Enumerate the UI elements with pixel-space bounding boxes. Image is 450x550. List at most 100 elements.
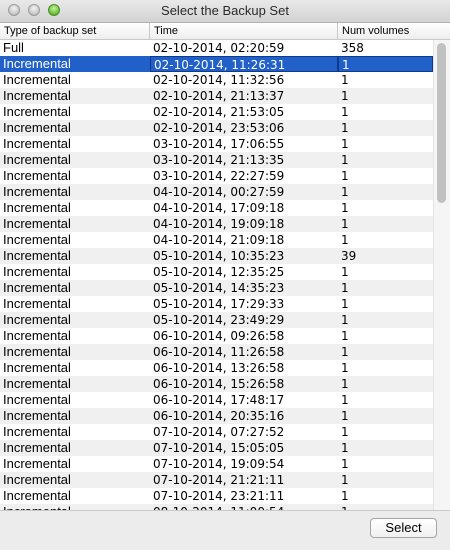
table-row[interactable]: Incremental 07-10-2014, 15:05:05 1 bbox=[0, 440, 433, 456]
cell-type: Incremental bbox=[3, 488, 71, 503]
cell-type: Incremental bbox=[3, 200, 71, 215]
table-row[interactable]: Incremental 04-10-2014, 21:09:18 1 bbox=[0, 232, 433, 248]
cell-type: Incremental bbox=[3, 472, 71, 487]
cell-type: Incremental bbox=[3, 424, 71, 439]
cell-num-volumes: 1 bbox=[341, 457, 349, 471]
cell-time: 06-10-2014, 09:26:58 bbox=[153, 329, 285, 343]
backup-set-table[interactable]: Type of backup set Time Num volumes Full… bbox=[0, 23, 450, 510]
table-row[interactable]: Incremental 07-10-2014, 19:09:54 1 bbox=[0, 456, 433, 472]
backup-set-dialog: Select the Backup Set Type of backup set… bbox=[0, 0, 450, 550]
cell-type: Incremental bbox=[3, 232, 71, 247]
cell-time: 03-10-2014, 22:27:59 bbox=[153, 169, 285, 183]
table-row[interactable]: Incremental 02-10-2014, 11:26:31 1 bbox=[0, 56, 433, 72]
table-row[interactable]: Incremental 02-10-2014, 11:32:56 1 bbox=[0, 72, 433, 88]
cell-time: 02-10-2014, 21:13:37 bbox=[153, 89, 285, 103]
table-row[interactable]: Incremental 05-10-2014, 10:35:23 39 bbox=[0, 248, 433, 264]
table-row[interactable]: Incremental 06-10-2014, 20:35:16 1 bbox=[0, 408, 433, 424]
cell-time: 04-10-2014, 00:27:59 bbox=[153, 185, 285, 199]
table-row[interactable]: Incremental 03-10-2014, 17:06:55 1 bbox=[0, 136, 433, 152]
table-row[interactable]: Incremental 02-10-2014, 21:53:05 1 bbox=[0, 104, 433, 120]
cell-type: Incremental bbox=[3, 328, 71, 343]
table-row[interactable]: Incremental 05-10-2014, 23:49:29 1 bbox=[0, 312, 433, 328]
cell-type: Incremental bbox=[3, 216, 71, 231]
cell-num-volumes: 1 bbox=[341, 425, 349, 439]
cell-time: 07-10-2014, 15:05:05 bbox=[153, 441, 285, 455]
table-row[interactable]: Incremental 07-10-2014, 07:27:52 1 bbox=[0, 424, 433, 440]
cell-time: 04-10-2014, 21:09:18 bbox=[153, 233, 285, 247]
cell-num-volumes: 1 bbox=[341, 441, 349, 455]
cell-time: 03-10-2014, 21:13:35 bbox=[153, 153, 285, 167]
cell-num-volumes: 358 bbox=[341, 41, 364, 55]
cell-type: Incremental bbox=[3, 296, 71, 311]
select-button[interactable]: Select bbox=[370, 518, 437, 538]
table-row[interactable]: Incremental 06-10-2014, 09:26:58 1 bbox=[0, 328, 433, 344]
table-row[interactable]: Incremental 04-10-2014, 17:09:18 1 bbox=[0, 200, 433, 216]
cell-type: Incremental bbox=[3, 184, 71, 199]
cell-num-volumes: 1 bbox=[341, 153, 349, 167]
cell-type: Incremental bbox=[3, 56, 71, 71]
cell-type: Incremental bbox=[3, 440, 71, 455]
cell-num-volumes: 1 bbox=[341, 169, 349, 183]
cell-type: Incremental bbox=[3, 72, 71, 87]
cell-time: 05-10-2014, 17:29:33 bbox=[153, 297, 285, 311]
table-row[interactable]: Incremental 03-10-2014, 22:27:59 1 bbox=[0, 168, 433, 184]
cell-num-volumes: 1 bbox=[341, 409, 349, 423]
table-row[interactable]: Incremental 04-10-2014, 19:09:18 1 bbox=[0, 216, 433, 232]
table-row[interactable]: Incremental 04-10-2014, 00:27:59 1 bbox=[0, 184, 433, 200]
cell-type: Incremental bbox=[3, 456, 71, 471]
cell-type: Incremental bbox=[3, 392, 71, 407]
table-body: Full 02-10-2014, 02:20:59 358 Incremental 02… bbox=[0, 40, 433, 510]
table-header: Type of backup set Time Num volumes bbox=[0, 23, 450, 40]
column-header-num-volumes[interactable]: Num volumes bbox=[338, 23, 450, 39]
cell-time: 07-10-2014, 23:21:11 bbox=[153, 489, 285, 503]
table-row[interactable]: Incremental 07-10-2014, 21:21:11 1 bbox=[0, 472, 433, 488]
cell-time: 02-10-2014, 02:20:59 bbox=[153, 41, 285, 55]
cell-num-volumes: 39 bbox=[341, 249, 357, 263]
cell-num-volumes: 1 bbox=[341, 73, 349, 87]
cell-num-volumes: 1 bbox=[341, 201, 349, 215]
cell-type: Incremental bbox=[3, 264, 71, 279]
table-row[interactable]: Incremental 02-10-2014, 21:13:37 1 bbox=[0, 88, 433, 104]
cell-type: Incremental bbox=[3, 168, 71, 183]
vertical-scrollbar[interactable] bbox=[433, 40, 450, 510]
cell-num-volumes: 1 bbox=[341, 89, 349, 103]
table-row[interactable]: Incremental 06-10-2014, 11:26:58 1 bbox=[0, 344, 433, 360]
column-header-type[interactable]: Type of backup set bbox=[0, 23, 150, 39]
table-row[interactable]: Incremental 05-10-2014, 14:35:23 1 bbox=[0, 280, 433, 296]
cell-num-volumes: 1 bbox=[341, 329, 349, 343]
scrollbar-thumb[interactable] bbox=[437, 43, 446, 203]
cell-num-volumes: 1 bbox=[341, 185, 349, 199]
cell-time: 02-10-2014, 23:53:06 bbox=[153, 121, 285, 135]
table-row[interactable]: Incremental 06-10-2014, 17:48:17 1 bbox=[0, 392, 433, 408]
cell-time: 07-10-2014, 21:21:11 bbox=[153, 473, 285, 487]
cell-num-volumes: 1 bbox=[341, 393, 349, 407]
table-row[interactable]: Incremental 05-10-2014, 12:35:25 1 bbox=[0, 264, 433, 280]
cell-time: 04-10-2014, 17:09:18 bbox=[153, 201, 285, 215]
cell-type: Incremental bbox=[3, 136, 71, 151]
cell-type: Incremental bbox=[3, 344, 71, 359]
cell-time: 02-10-2014, 11:26:31 bbox=[150, 56, 338, 72]
column-header-time[interactable]: Time bbox=[150, 23, 338, 39]
table-row[interactable]: Incremental 03-10-2014, 21:13:35 1 bbox=[0, 152, 433, 168]
cell-time: 06-10-2014, 15:26:58 bbox=[153, 377, 285, 391]
cell-type: Incremental bbox=[3, 360, 71, 375]
table-row[interactable]: Incremental 07-10-2014, 23:21:11 1 bbox=[0, 488, 433, 504]
cell-num-volumes: 1 bbox=[341, 297, 349, 311]
table-row[interactable]: Incremental 02-10-2014, 23:53:06 1 bbox=[0, 120, 433, 136]
table-row[interactable]: Incremental 05-10-2014, 17:29:33 1 bbox=[0, 296, 433, 312]
cell-time: 07-10-2014, 19:09:54 bbox=[153, 457, 285, 471]
table-row[interactable]: Incremental 06-10-2014, 15:26:58 1 bbox=[0, 376, 433, 392]
cell-time: 06-10-2014, 20:35:16 bbox=[153, 409, 285, 423]
cell-num-volumes: 1 bbox=[341, 361, 349, 375]
cell-type: Incremental bbox=[3, 248, 71, 263]
cell-time: 06-10-2014, 17:48:17 bbox=[153, 393, 285, 407]
cell-num-volumes: 1 bbox=[341, 265, 349, 279]
title-bar: Select the Backup Set bbox=[0, 0, 450, 23]
cell-num-volumes: 1 bbox=[341, 489, 349, 503]
table-row[interactable]: Incremental 06-10-2014, 13:26:58 1 bbox=[0, 360, 433, 376]
cell-type: Full bbox=[3, 40, 24, 55]
table-row[interactable]: Full 02-10-2014, 02:20:59 358 bbox=[0, 40, 433, 56]
cell-time: 07-10-2014, 07:27:52 bbox=[153, 425, 285, 439]
cell-num-volumes: 1 bbox=[341, 473, 349, 487]
cell-time: 05-10-2014, 14:35:23 bbox=[153, 281, 285, 295]
